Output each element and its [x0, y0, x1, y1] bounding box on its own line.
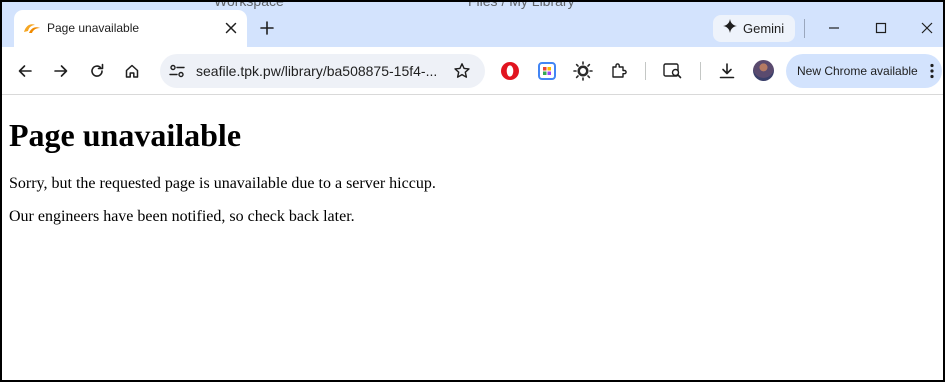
tab-search-icon[interactable]	[663, 61, 683, 81]
url-text[interactable]: seafile.tpk.pw/library/ba508875-15f4-...	[196, 63, 437, 79]
maximize-button[interactable]	[869, 16, 893, 40]
download-icon[interactable]	[717, 61, 737, 81]
browser-window: Workspace Files / My Library Page unavai…	[0, 0, 945, 382]
close-window-button[interactable]	[915, 16, 939, 40]
page-content: Page unavailable Sorry, but the requeste…	[9, 95, 936, 227]
back-button[interactable]	[12, 58, 38, 84]
active-tab[interactable]: Page unavailable	[14, 10, 247, 47]
gemini-button[interactable]: Gemini	[713, 15, 795, 42]
gemini-sparkle-icon	[723, 19, 737, 38]
opera-extension-icon[interactable]	[500, 61, 520, 81]
divider	[700, 62, 701, 80]
profile-avatar[interactable]	[753, 60, 774, 81]
colorful-extension-icon[interactable]	[537, 61, 557, 81]
site-info-icon[interactable]	[168, 62, 186, 85]
background-tab-title: Files / My Library	[468, 0, 575, 9]
minimize-button[interactable]	[822, 16, 846, 40]
seafile-icon	[23, 21, 41, 40]
browser-toolbar: seafile.tpk.pw/library/ba508875-15f4-...	[2, 47, 943, 95]
divider	[804, 19, 805, 38]
notice-message: Our engineers have been notified, so che…	[9, 208, 355, 225]
error-message: Sorry, but the requested page is unavail…	[9, 175, 436, 192]
reload-button[interactable]	[84, 58, 110, 84]
new-chrome-available-button[interactable]: New Chrome available	[786, 54, 942, 88]
page-title: Page unavailable	[9, 117, 242, 153]
bookmark-star-icon[interactable]	[453, 62, 471, 85]
tab-strip: Workspace Files / My Library Page unavai…	[2, 2, 943, 47]
forward-button[interactable]	[48, 58, 74, 84]
address-bar[interactable]: seafile.tpk.pw/library/ba508875-15f4-...	[160, 54, 485, 88]
divider	[645, 62, 646, 80]
close-tab-icon[interactable]	[221, 18, 241, 38]
home-button[interactable]	[119, 58, 145, 84]
update-label: New Chrome available	[797, 64, 918, 78]
gemini-label: Gemini	[743, 21, 785, 36]
tab-title: Page unavailable	[47, 21, 140, 35]
new-tab-button[interactable]	[255, 16, 279, 40]
extensions-puzzle-icon[interactable]	[609, 61, 629, 81]
sun-extension-icon[interactable]	[573, 61, 593, 81]
background-tab-title: Workspace	[214, 0, 284, 9]
kebab-menu-icon[interactable]	[930, 63, 934, 84]
